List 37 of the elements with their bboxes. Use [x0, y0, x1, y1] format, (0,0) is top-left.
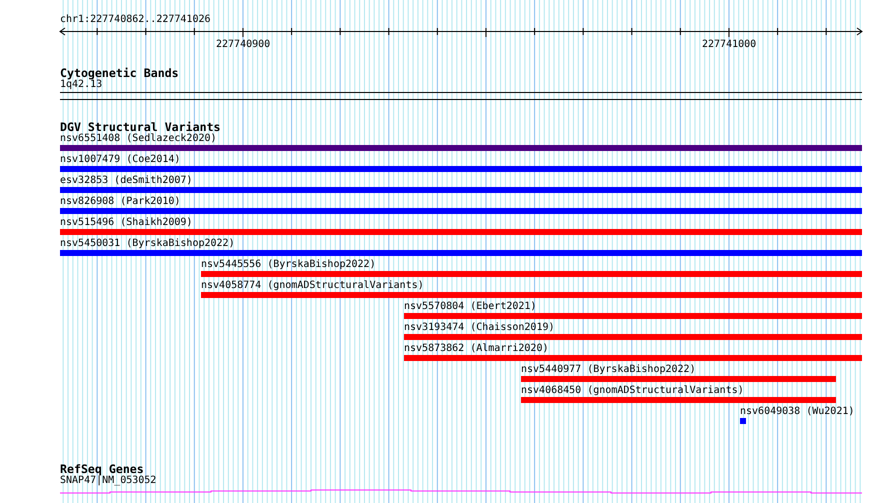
track-title: Cytogenetic Bands — [60, 67, 179, 79]
track-title: RefSeq Genes — [60, 463, 144, 475]
feature-bar[interactable] — [404, 355, 862, 361]
gene-label: SNAP47|NM_053052 — [60, 475, 156, 487]
feature-label: nsv6049038 (Wu2021) — [740, 406, 854, 418]
gene-line[interactable] — [60, 490, 862, 494]
feature-label: nsv4068450 (gnomADStructuralVariants) — [521, 385, 744, 397]
feature-bar[interactable] — [60, 145, 862, 151]
region-label: chr1:227740862..227741026 — [60, 14, 211, 26]
feature-bar[interactable] — [740, 418, 746, 424]
feature-bar[interactable] — [404, 334, 862, 340]
feature-label: nsv5450031 (ByrskaBishop2022) — [60, 238, 235, 250]
feature-bar[interactable] — [521, 397, 836, 403]
feature-bar[interactable] — [60, 166, 862, 172]
feature-bar[interactable] — [60, 208, 862, 214]
feature-label: nsv515496 (Shaikh2009) — [60, 217, 192, 229]
tick-label: 227741000 — [702, 39, 756, 51]
feature-bar[interactable] — [60, 229, 862, 235]
feature-bar[interactable] — [60, 250, 862, 256]
feature-label: nsv5570804 (Ebert2021) — [404, 301, 536, 313]
feature-label: nsv5873862 (Almarri2020) — [404, 343, 548, 355]
feature-label: nsv3193474 (Chaisson2019) — [404, 322, 555, 334]
tick-label: 227740900 — [216, 39, 270, 51]
feature-bar[interactable] — [404, 313, 862, 319]
feature-label: nsv4058774 (gnomADStructuralVariants) — [201, 280, 424, 292]
feature-bar[interactable] — [60, 187, 862, 193]
feature-bar[interactable] — [201, 271, 862, 277]
feature-label: nsv5440977 (ByrskaBishop2022) — [521, 364, 696, 376]
feature-label: esv32853 (deSmith2007) — [60, 175, 192, 187]
feature-bar[interactable] — [521, 376, 836, 382]
feature-bar[interactable] — [201, 292, 862, 298]
feature-label: nsv826908 (Park2010) — [60, 196, 180, 208]
feature-label: nsv5445556 (ByrskaBishop2022) — [201, 259, 376, 271]
track-title: DGV Structural Variants — [60, 121, 221, 133]
feature-label: nsv1007479 (Coe2014) — [60, 154, 180, 166]
band-label: 1q42.13 — [60, 79, 102, 91]
feature-label: nsv6551408 (Sedlazeck2020) — [60, 133, 217, 145]
